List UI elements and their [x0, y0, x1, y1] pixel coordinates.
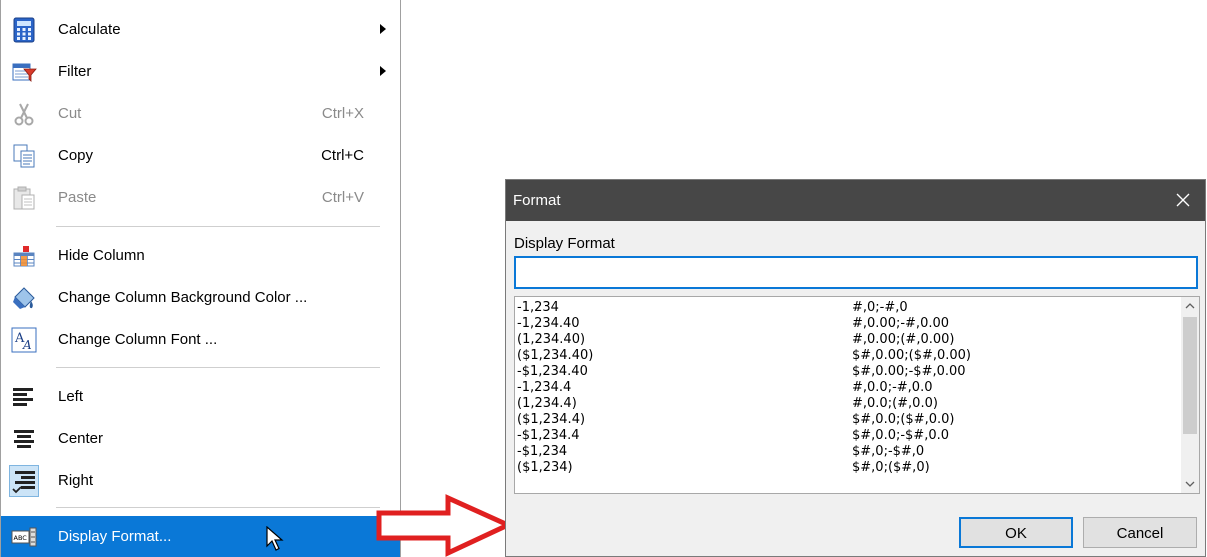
list-item[interactable]: -$1,234 $#,0;-$#,0 — [517, 444, 1177, 460]
display-format-icon: ABC — [11, 527, 37, 547]
menu-item-label: Change Column Font ... — [58, 331, 218, 348]
menu-item-label: Display Format... — [58, 528, 172, 545]
format-pattern: #,0.0;(#,0.0) — [852, 396, 938, 411]
format-sample: -$1,234 — [517, 444, 568, 459]
list-item[interactable]: -$1,234.40 $#,0.00;-$#,0.00 — [517, 364, 1177, 380]
display-format-label: Display Format — [514, 235, 615, 252]
display-format-input[interactable] — [514, 256, 1198, 289]
context-menu: Calculate Filter Cut Ctrl+X Copy Ctrl+C … — [0, 0, 401, 557]
menu-item-cut[interactable]: Cut Ctrl+X — [1, 94, 400, 134]
format-pattern: #,0;-#,0 — [852, 300, 908, 315]
format-sample: -1,234 — [517, 300, 559, 315]
hide-column-icon — [13, 246, 35, 267]
format-pattern: $#,0.0;-$#,0.0 — [852, 428, 950, 443]
list-item[interactable]: -1,234.40 #,0.00;-#,0.00 — [517, 316, 1177, 332]
menu-item-change-background-color[interactable]: Change Column Background Color ... — [1, 278, 400, 318]
dialog-titlebar: Format — [506, 180, 1205, 221]
close-icon[interactable] — [1161, 180, 1205, 221]
list-item[interactable]: -$1,234.4 $#,0.0;-$#,0.0 — [517, 428, 1177, 444]
format-pattern: $#,0;($#,0) — [852, 460, 930, 475]
menu-item-calculate[interactable]: Calculate — [1, 10, 400, 50]
red-arrow-icon — [376, 494, 512, 557]
menu-item-label: Hide Column — [58, 247, 145, 264]
align-right-icon — [12, 471, 35, 494]
menu-item-label: Copy — [58, 147, 94, 164]
list-item[interactable]: -1,234 #,0;-#,0 — [517, 300, 1177, 316]
align-left-icon — [13, 388, 33, 406]
menu-item-label: Cut — [58, 105, 82, 122]
menu-item-change-font[interactable]: A A Change Column Font ... — [1, 320, 400, 360]
align-center-icon — [14, 430, 34, 448]
format-sample: -1,234.4 — [517, 380, 572, 395]
scroll-down-icon[interactable] — [1181, 475, 1199, 493]
format-pattern: #,0.0;-#,0.0 — [852, 380, 933, 395]
format-pattern: $#,0;-$#,0 — [852, 444, 925, 459]
format-sample: -1,234.40 — [517, 316, 580, 331]
format-sample: -$1,234.4 — [517, 428, 580, 443]
menu-item-label: Filter — [58, 63, 92, 80]
list-item[interactable]: (1,234.4) #,0.0;(#,0.0) — [517, 396, 1177, 412]
menu-item-display-format[interactable]: ABC Display Format... — [1, 516, 400, 557]
format-pattern: #,0.00;(#,0.00) — [852, 332, 955, 347]
menu-item-label: Right — [58, 472, 94, 489]
scrollbar-thumb[interactable] — [1183, 317, 1197, 434]
paste-icon — [13, 186, 35, 210]
menu-item-align-left[interactable]: Left — [1, 377, 400, 417]
scissors-icon — [14, 103, 34, 126]
format-pattern: #,0.00;-#,0.00 — [852, 316, 950, 331]
format-sample: ($1,234.4) — [517, 412, 586, 427]
dialog-title: Format — [513, 192, 561, 209]
format-dialog: Format Display Format -1,234 #,0;-#,0 -1,… — [505, 179, 1206, 557]
calculator-icon — [13, 17, 35, 43]
menu-item-label: Center — [58, 430, 104, 447]
menu-item-paste[interactable]: Paste Ctrl+V — [1, 178, 400, 218]
format-pattern: $#,0.00;-$#,0.00 — [852, 364, 966, 379]
format-pattern: $#,0.00;($#,0.00) — [852, 348, 972, 363]
menu-item-label: Change Column Background Color ... — [58, 289, 308, 306]
filter-icon — [12, 63, 37, 82]
format-pattern: $#,0.0;($#,0.0) — [852, 412, 955, 427]
copy-icon — [13, 144, 35, 168]
mouse-cursor-icon — [266, 526, 284, 551]
paint-bucket-icon — [13, 287, 35, 309]
menu-item-align-right[interactable]: Right — [1, 461, 400, 501]
font-icon: A A — [11, 327, 37, 353]
cancel-button[interactable]: Cancel — [1083, 517, 1197, 548]
svg-text:ABC: ABC — [14, 534, 28, 542]
format-list[interactable]: -1,234 #,0;-#,0 -1,234.40 #,0.00;-#,0.00 (… — [514, 296, 1200, 494]
list-item[interactable]: -1,234.4 #,0.0;-#,0.0 — [517, 380, 1177, 396]
format-sample: (1,234.40) — [517, 332, 586, 347]
ok-button[interactable]: OK — [959, 517, 1073, 548]
menu-separator — [56, 226, 380, 227]
shortcut-text: Ctrl+X — [321, 105, 364, 122]
svg-text:A: A — [22, 338, 32, 352]
menu-separator — [56, 507, 380, 508]
format-sample: ($1,234) — [517, 460, 573, 475]
list-item[interactable]: (1,234.40) #,0.00;(#,0.00) — [517, 332, 1177, 348]
submenu-arrow-icon — [380, 66, 386, 76]
list-item[interactable]: ($1,234.4) $#,0.0;($#,0.0) — [517, 412, 1177, 428]
format-sample: -$1,234.40 — [517, 364, 588, 379]
menu-item-label: Left — [58, 388, 84, 405]
list-item[interactable]: ($1,234.40) $#,0.00;($#,0.00) — [517, 348, 1177, 364]
menu-separator — [56, 367, 380, 368]
list-item[interactable]: ($1,234) $#,0;($#,0) — [517, 460, 1177, 476]
menu-item-hide-column[interactable]: Hide Column — [1, 236, 400, 276]
menu-item-filter[interactable]: Filter — [1, 52, 400, 92]
shortcut-text: Ctrl+V — [321, 189, 364, 206]
format-sample: (1,234.4) — [517, 396, 577, 411]
shortcut-text: Ctrl+C — [321, 147, 364, 164]
menu-item-label: Calculate — [58, 21, 121, 38]
menu-item-copy[interactable]: Copy Ctrl+C — [1, 136, 400, 176]
submenu-arrow-icon — [380, 24, 386, 34]
format-sample: ($1,234.40) — [517, 348, 594, 363]
scroll-up-icon[interactable] — [1181, 297, 1199, 315]
vertical-scrollbar[interactable] — [1181, 297, 1199, 493]
menu-item-align-center[interactable]: Center — [1, 419, 400, 459]
menu-item-label: Paste — [58, 189, 97, 206]
